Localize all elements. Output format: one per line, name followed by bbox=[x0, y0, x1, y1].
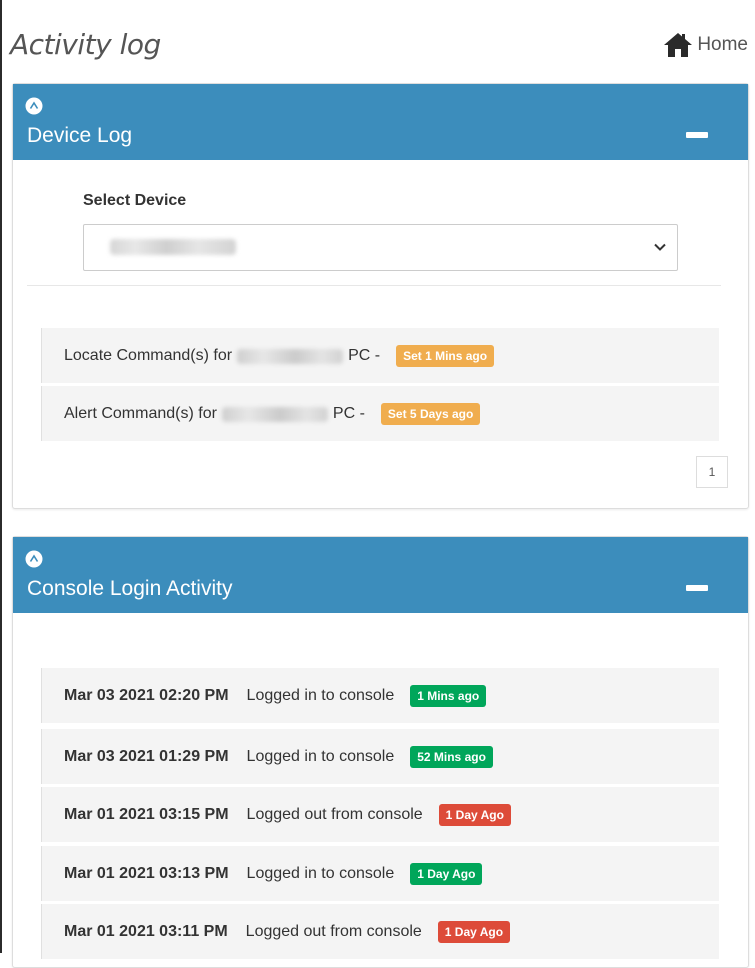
activity-date: Mar 01 2021 03:15 PM bbox=[64, 806, 229, 823]
activity-date: Mar 03 2021 01:29 PM bbox=[64, 748, 229, 765]
device-log-collapse-minus-icon[interactable] bbox=[686, 132, 708, 138]
page-header: Activity log Home bbox=[10, 28, 748, 68]
command-suffix: PC - bbox=[348, 347, 381, 364]
console-activity-panel: Console Login Activity Mar 03 2021 02:20… bbox=[12, 536, 749, 968]
activity-date: Mar 03 2021 02:20 PM bbox=[64, 687, 229, 704]
home-label: Home bbox=[697, 34, 748, 55]
activity-row: Mar 01 2021 03:13 PM Logged in to consol… bbox=[41, 846, 719, 901]
command-time-badge: Set 5 Days ago bbox=[380, 403, 481, 425]
select-device-label: Select Device bbox=[83, 192, 187, 209]
activity-date: Mar 01 2021 03:13 PM bbox=[64, 865, 229, 882]
activity-action: Logged in to console bbox=[246, 865, 395, 882]
device-log-header: Device Log bbox=[13, 84, 748, 160]
activity-time-badge: 1 Day Ago bbox=[437, 921, 511, 943]
window-left-border bbox=[0, 0, 2, 953]
chevron-up-circle-icon[interactable] bbox=[25, 97, 43, 115]
console-activity-collapse-minus-icon[interactable] bbox=[686, 585, 708, 591]
activity-time-badge: 52 Mins ago bbox=[410, 746, 493, 768]
chevron-up-circle-icon[interactable] bbox=[25, 550, 43, 568]
activity-row: Mar 01 2021 03:15 PM Logged out from con… bbox=[41, 787, 719, 842]
activity-row: Mar 03 2021 01:29 PM Logged in to consol… bbox=[41, 729, 719, 784]
pagination-page-button[interactable]: 1 bbox=[696, 456, 728, 488]
command-prefix: Locate Command(s) for bbox=[64, 347, 233, 364]
home-icon bbox=[664, 33, 693, 57]
activity-action: Logged out from console bbox=[246, 806, 423, 823]
device-log-panel: Device Log Select Device Locate Command(… bbox=[12, 83, 749, 509]
select-device-dropdown[interactable] bbox=[83, 224, 678, 271]
device-name-redacted bbox=[237, 348, 344, 364]
activity-action: Logged in to console bbox=[246, 748, 395, 765]
command-row: Alert Command(s) for PC - Set 5 Days ago bbox=[41, 386, 719, 441]
command-prefix: Alert Command(s) for bbox=[64, 405, 217, 422]
console-activity-header: Console Login Activity bbox=[13, 537, 748, 613]
activity-action: Logged out from console bbox=[245, 923, 422, 940]
activity-time-badge: 1 Mins ago bbox=[410, 685, 487, 707]
home-link[interactable]: Home bbox=[663, 32, 748, 58]
activity-time-badge: 1 Day Ago bbox=[438, 804, 511, 826]
command-row: Locate Command(s) for PC - Set 1 Mins ag… bbox=[41, 328, 719, 383]
console-activity-title: Console Login Activity bbox=[27, 577, 233, 600]
activity-action: Logged in to console bbox=[246, 687, 395, 704]
activity-time-badge: 1 Day Ago bbox=[410, 863, 483, 885]
page-title: Activity log bbox=[10, 28, 161, 61]
divider bbox=[27, 285, 721, 286]
device-name-redacted bbox=[221, 406, 328, 422]
selected-device-value-redacted bbox=[110, 239, 236, 255]
activity-row: Mar 03 2021 02:20 PM Logged in to consol… bbox=[41, 668, 719, 723]
activity-row: Mar 01 2021 03:11 PM Logged out from con… bbox=[41, 904, 719, 959]
command-time-badge: Set 1 Mins ago bbox=[396, 345, 495, 367]
command-suffix: PC - bbox=[332, 405, 365, 422]
device-log-title: Device Log bbox=[27, 124, 133, 147]
chevron-down-icon bbox=[654, 243, 666, 251]
activity-date: Mar 01 2021 03:11 PM bbox=[64, 923, 228, 940]
